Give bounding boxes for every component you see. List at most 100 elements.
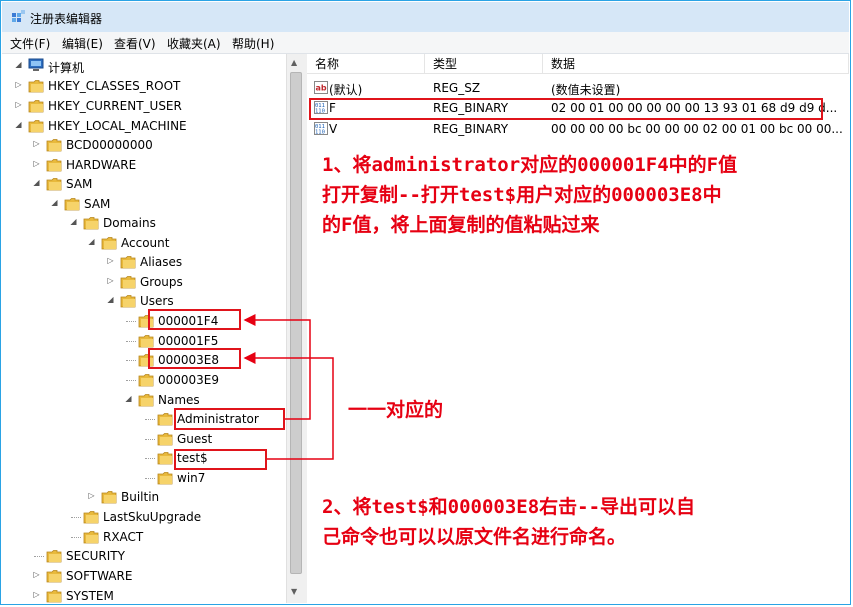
folder-icon xyxy=(101,491,117,504)
reg-sz-icon: ab xyxy=(314,81,328,94)
expand-arrow-icon[interactable]: ▷ xyxy=(14,80,23,89)
tree-node[interactable]: ◢ HKEY_LOCAL_MACHINE xyxy=(14,117,254,135)
scrollbar-thumb[interactable] xyxy=(290,72,302,574)
folder-icon xyxy=(157,433,173,446)
menu-favorites[interactable]: 收藏夹(A) xyxy=(167,35,221,52)
tree-node[interactable]: ▷ Builtin xyxy=(87,488,286,506)
tree-label: Guest xyxy=(177,432,213,446)
tree-node[interactable]: ▷ Groups xyxy=(106,273,286,291)
tree-node[interactable]: ◢ Account xyxy=(87,234,286,252)
tree-connector-line xyxy=(145,458,155,459)
tree-node[interactable]: 000003E9 xyxy=(124,371,286,389)
expand-arrow-icon[interactable]: ▷ xyxy=(32,159,41,168)
collapse-arrow-icon[interactable]: ◢ xyxy=(14,60,23,69)
tree-label: RXACT xyxy=(103,530,144,544)
annotation-line: 的F值，将上面复制的值粘贴过来 xyxy=(322,214,600,236)
expand-arrow-icon[interactable]: ▷ xyxy=(14,100,23,109)
tree-node[interactable]: ◢ Users xyxy=(106,292,286,310)
tree-node[interactable]: ▷ HKEY_CURRENT_USER xyxy=(14,97,254,115)
computer-icon xyxy=(28,58,44,71)
tree-label: win7 xyxy=(177,471,206,485)
tree-label: HKEY_CURRENT_USER xyxy=(48,99,182,113)
tree-connector-line xyxy=(126,341,136,342)
menu-view[interactable]: 查看(V) xyxy=(114,35,156,52)
menu-help[interactable]: 帮助(H) xyxy=(232,35,274,52)
registry-tree[interactable]: ◢ 计算机 ▷ HKEY_CLASSES_ROOT ▷ HKEY_CURRENT_US… xyxy=(2,54,286,603)
value-row[interactable]: ab (默认) REG_SZ (数值未设置) xyxy=(307,79,849,98)
tree-node[interactable]: ▷ SYSTEM xyxy=(32,587,272,603)
folder-icon xyxy=(46,570,62,583)
folder-icon xyxy=(46,178,62,191)
tree-node[interactable]: SECURITY xyxy=(32,547,272,565)
tree-label: SOFTWARE xyxy=(66,569,133,583)
tree-label: Aliases xyxy=(140,255,183,269)
tree-connector-line xyxy=(126,380,136,381)
tree-node[interactable]: ◢ SAM xyxy=(32,175,272,193)
tree-label: HKEY_CLASSES_ROOT xyxy=(48,79,181,93)
menu-edit[interactable]: 编辑(E) xyxy=(62,35,103,52)
tree-connector-line xyxy=(145,439,155,440)
tree-node[interactable]: ▷ SOFTWARE xyxy=(32,567,272,585)
folder-icon xyxy=(46,159,62,172)
tree-node[interactable]: ▷ Aliases xyxy=(106,253,286,271)
expand-arrow-icon[interactable]: ▷ xyxy=(106,276,115,285)
tree-label: Builtin xyxy=(121,490,160,504)
menu-file[interactable]: 文件(F) xyxy=(10,35,50,52)
collapse-arrow-icon[interactable]: ◢ xyxy=(14,120,23,129)
column-header-data[interactable]: 数据 xyxy=(543,54,849,74)
collapse-arrow-icon[interactable]: ◢ xyxy=(50,198,59,207)
window-title: 注册表编辑器 xyxy=(30,12,103,26)
tree-node[interactable]: LastSkuUpgrade xyxy=(69,508,286,526)
tree-label: SAM xyxy=(66,177,93,191)
tree-node[interactable]: ◢ Names xyxy=(124,391,286,409)
expand-arrow-icon[interactable]: ▷ xyxy=(87,491,96,500)
folder-icon xyxy=(83,511,99,524)
tree-node[interactable]: ◢ Domains xyxy=(69,214,286,232)
column-header-type[interactable]: 类型 xyxy=(425,54,543,74)
tree-connector-line xyxy=(71,517,81,518)
annotation-one-to-one: 一一对应的 xyxy=(348,399,444,421)
tree-node[interactable]: Guest xyxy=(143,430,286,448)
tree-node[interactable]: RXACT xyxy=(69,528,286,546)
expand-arrow-icon[interactable]: ▷ xyxy=(32,139,41,148)
tree-label: Groups xyxy=(140,275,183,289)
folder-icon xyxy=(83,531,99,544)
tree-label: HKEY_LOCAL_MACHINE xyxy=(48,119,187,133)
svg-text:110: 110 xyxy=(315,130,325,136)
collapse-arrow-icon[interactable]: ◢ xyxy=(124,394,133,403)
title-bar[interactable]: 注册表编辑器 xyxy=(2,2,849,32)
tree-scrollbar[interactable]: ▲ ▼ xyxy=(286,54,304,603)
tree-node[interactable]: ◢ SAM xyxy=(50,195,286,213)
tree-node-computer[interactable]: ◢ 计算机 xyxy=(14,57,214,75)
tree-node[interactable]: ▷ HKEY_CLASSES_ROOT xyxy=(14,77,254,95)
annotation-line: 己命令也可以以原文件名进行命名。 xyxy=(322,526,627,548)
tree-connector-line xyxy=(126,360,136,361)
folder-icon xyxy=(28,80,44,93)
collapse-arrow-icon[interactable]: ◢ xyxy=(87,237,96,246)
tree-node[interactable]: ▷ BCD00000000 xyxy=(32,136,272,154)
collapse-arrow-icon[interactable]: ◢ xyxy=(32,178,41,187)
highlight-test xyxy=(174,449,267,470)
expand-arrow-icon[interactable]: ▷ xyxy=(32,570,41,579)
collapse-arrow-icon[interactable]: ◢ xyxy=(69,217,78,226)
collapse-arrow-icon[interactable]: ◢ xyxy=(106,295,115,304)
folder-icon xyxy=(28,100,44,113)
annotation-step-2: 2、将test$和000003E8右击--导出可以自 己命令也可以以原文件名进行… xyxy=(322,492,695,552)
folder-icon xyxy=(46,139,62,152)
tree-node[interactable]: win7 xyxy=(143,469,286,487)
value-row[interactable]: 011 110 V REG_BINARY 00 00 00 00 bc 00 0… xyxy=(307,120,849,139)
column-header-name[interactable]: 名称 xyxy=(307,54,425,74)
scroll-up-arrow-icon[interactable]: ▲ xyxy=(291,58,297,67)
expand-arrow-icon[interactable]: ▷ xyxy=(32,590,41,599)
folder-icon xyxy=(46,550,62,563)
folder-icon xyxy=(120,295,136,308)
tree-label: 计算机 xyxy=(48,61,85,75)
tree-connector-line xyxy=(71,537,81,538)
folder-icon xyxy=(83,217,99,230)
expand-arrow-icon[interactable]: ▷ xyxy=(106,256,115,265)
scroll-down-arrow-icon[interactable]: ▼ xyxy=(291,587,297,596)
folder-icon xyxy=(64,198,80,211)
menu-bar: 文件(F) 编辑(E) 查看(V) 收藏夹(A) 帮助(H) xyxy=(2,32,849,54)
tree-connector-line xyxy=(145,419,155,420)
tree-node[interactable]: ▷ HARDWARE xyxy=(32,156,272,174)
